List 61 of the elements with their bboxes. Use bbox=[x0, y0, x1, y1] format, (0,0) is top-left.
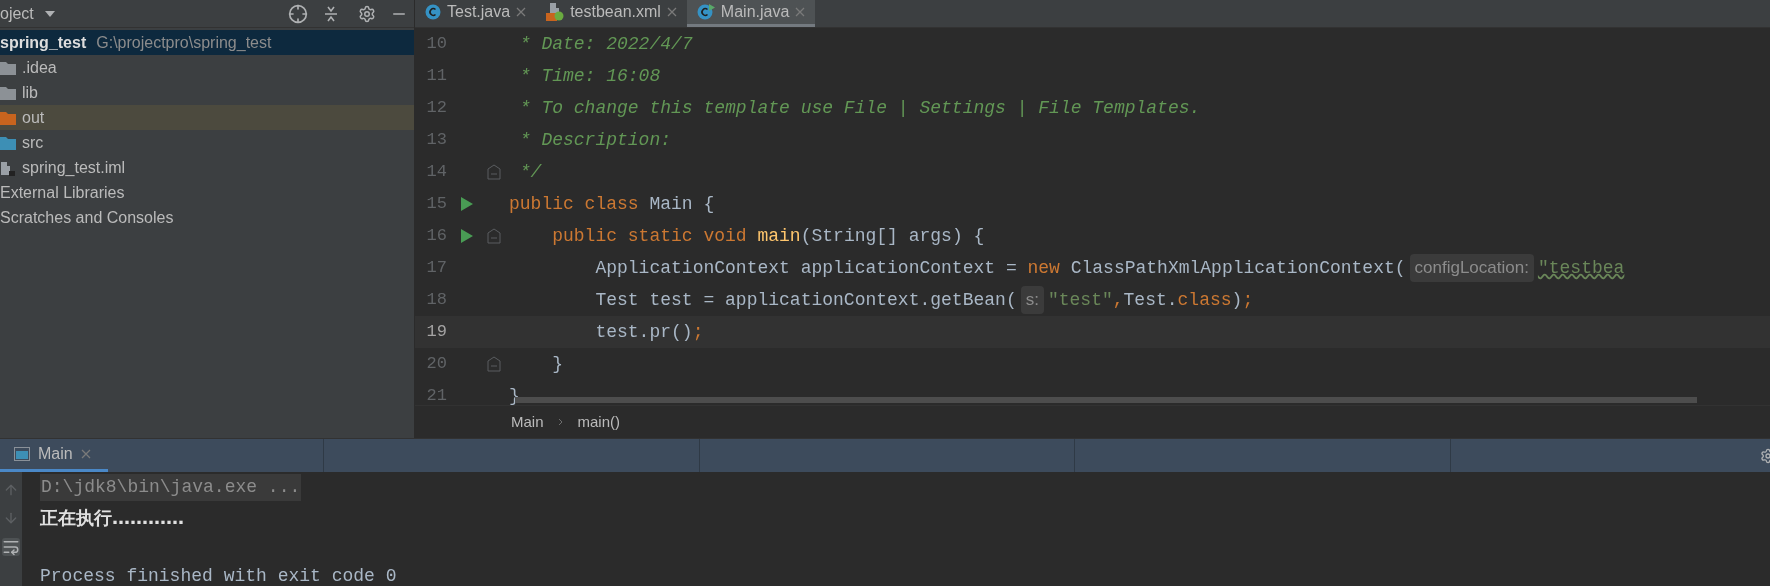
xml-file-icon bbox=[546, 3, 565, 21]
line-number: 16 bbox=[425, 225, 447, 248]
code-line: test.pr(); bbox=[594, 320, 704, 344]
code-line: public class Main { bbox=[509, 192, 715, 216]
close-icon[interactable] bbox=[516, 7, 527, 17]
code-line: public static void main(String[] args) { bbox=[551, 224, 985, 248]
tree-item[interactable]: src bbox=[0, 130, 414, 155]
code-line: Test test = applicationContext.getBean( s: "test",Test.class); bbox=[509, 286, 1254, 314]
tree-item[interactable]: External Libraries bbox=[0, 180, 414, 205]
panel-title[interactable]: oject bbox=[0, 1, 34, 26]
tree-item[interactable]: spring_test.iml bbox=[0, 155, 414, 180]
editor-tab[interactable]: Main.java bbox=[686, 0, 816, 27]
code-line: * Description: bbox=[518, 128, 672, 152]
breadcrumb[interactable]: main() bbox=[577, 410, 621, 434]
close-icon[interactable] bbox=[795, 7, 806, 17]
parameter-hint: configLocation: bbox=[1409, 254, 1534, 282]
locate-icon[interactable] bbox=[288, 3, 308, 24]
collapse-all-icon[interactable] bbox=[322, 4, 340, 23]
line-number: 20 bbox=[425, 353, 447, 376]
line-number: 18 bbox=[425, 289, 447, 312]
line-number: 10 bbox=[425, 33, 447, 56]
code-line: * Time: 16:08 bbox=[518, 64, 661, 88]
line-number: 12 bbox=[425, 97, 447, 120]
console-line: 正在执行………… bbox=[40, 505, 184, 530]
fold-marker-icon[interactable] bbox=[487, 228, 501, 244]
settings-icon[interactable] bbox=[358, 4, 376, 23]
class-icon bbox=[425, 4, 441, 20]
chevron-icon bbox=[557, 418, 564, 426]
code-line: } bbox=[551, 352, 563, 376]
code-line: ApplicationContext applicationContext = new ClassPathXmlApplicationContext( configLocation: "testbea bbox=[509, 254, 1625, 282]
close-icon[interactable] bbox=[80, 449, 91, 459]
code-line: */ bbox=[518, 160, 542, 184]
runnable-class-icon bbox=[696, 4, 715, 20]
code-line: * To change this template use File | Settings | File Templates. bbox=[518, 96, 1201, 120]
up-arrow-icon[interactable] bbox=[3, 482, 19, 498]
line-number: 15 bbox=[425, 193, 447, 216]
line-number: 14 bbox=[425, 161, 447, 184]
run-icon[interactable] bbox=[461, 229, 473, 243]
close-icon[interactable] bbox=[666, 7, 677, 17]
editor-tab[interactable]: testbean.xml bbox=[536, 0, 687, 27]
fold-marker-icon[interactable] bbox=[487, 164, 501, 180]
breadcrumb[interactable]: Main bbox=[511, 410, 544, 434]
run-icon[interactable] bbox=[461, 197, 473, 211]
code-line: * Date: 2022/4/7 bbox=[518, 32, 693, 56]
line-number: 13 bbox=[425, 129, 447, 152]
line-number: 19 bbox=[425, 321, 447, 344]
console-line: Process finished with exit code 0 bbox=[40, 564, 397, 586]
dropdown-caret-icon[interactable] bbox=[43, 9, 56, 18]
parameter-hint: s: bbox=[1020, 286, 1044, 314]
soft-wrap-icon[interactable] bbox=[2, 538, 20, 556]
tree-item[interactable]: lib bbox=[0, 80, 414, 105]
tree-item[interactable]: spring_test G:\projectpro\spring_test bbox=[0, 30, 414, 55]
tree-item[interactable]: .idea bbox=[0, 55, 414, 80]
editor-tab[interactable]: Test.java bbox=[415, 0, 537, 27]
line-number: 21 bbox=[425, 385, 447, 405]
tree-item[interactable]: Scratches and Consoles bbox=[0, 205, 414, 230]
line-number: 17 bbox=[425, 257, 447, 280]
fold-marker-icon[interactable] bbox=[487, 356, 501, 372]
console-window-icon bbox=[14, 447, 30, 461]
line-number: 11 bbox=[425, 65, 447, 88]
tree-item[interactable]: out bbox=[0, 105, 414, 130]
